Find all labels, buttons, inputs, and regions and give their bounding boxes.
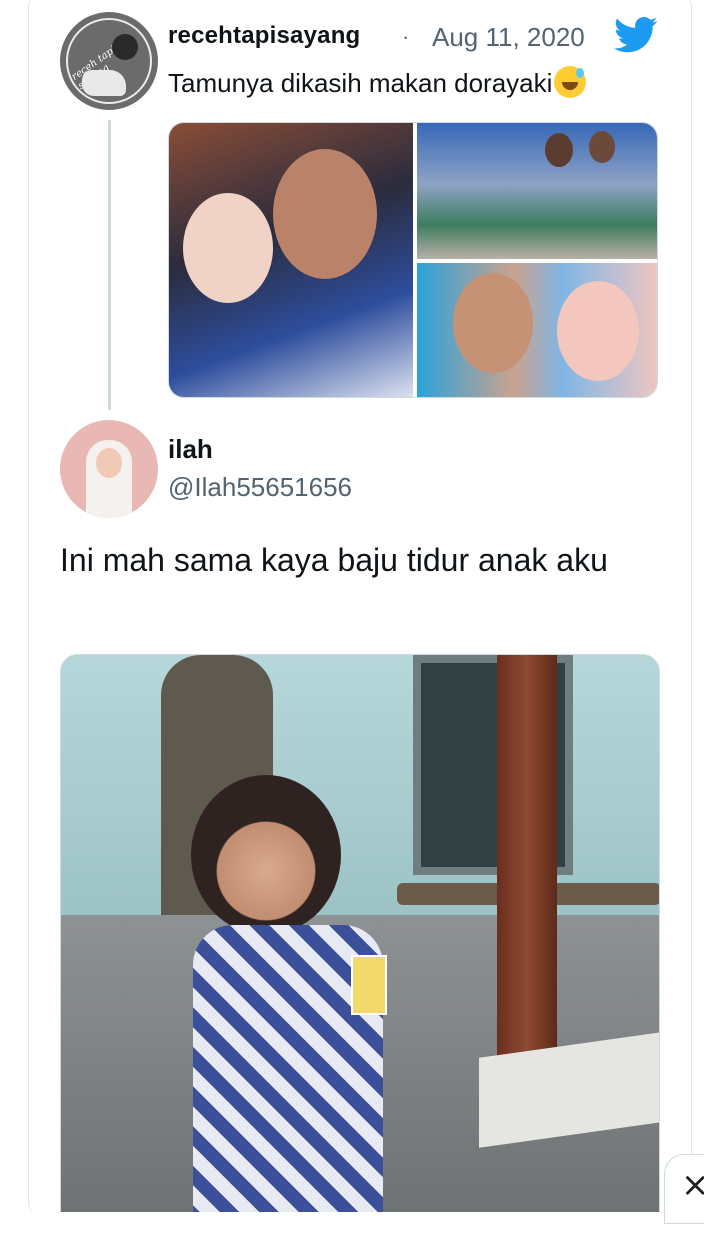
thread-connector-line (108, 120, 111, 410)
reply-handle[interactable]: @Ilah55651656 (168, 472, 352, 503)
woman-face-shape (183, 193, 273, 303)
hand-icon (82, 70, 126, 96)
reply-display-name[interactable]: ilah (168, 434, 213, 465)
rose-icon (112, 34, 138, 60)
date-separator: · (402, 24, 410, 49)
man-face-shape (273, 149, 377, 279)
bottom-bar (0, 1212, 704, 1243)
quoted-tweet-text: Tamunya dikasih makan dorayaki (168, 66, 587, 99)
photo-child-head (191, 775, 341, 935)
avatar-face-shape (96, 448, 122, 478)
media-image-guests[interactable] (417, 123, 657, 259)
woman-closeup-shape (557, 281, 639, 381)
quoted-tweet-body: Tamunya dikasih makan dorayaki (168, 68, 553, 98)
avatar-ilah[interactable] (60, 420, 158, 518)
guest-head-shape (545, 133, 573, 167)
media-image-closeup[interactable] (417, 263, 657, 397)
media-image-couple[interactable] (169, 123, 413, 397)
guest-head-shape (589, 131, 615, 163)
man-closeup-shape (453, 273, 533, 373)
quoted-media-grid[interactable] (168, 122, 658, 398)
close-icon: × (681, 1165, 704, 1205)
quoted-username[interactable]: recehtapisayang (168, 22, 360, 50)
reply-tweet-text: Ini mah sama kaya baju tidur anak aku (60, 542, 608, 578)
photo-drink-box (351, 955, 387, 1015)
avatar-recehtapisayang[interactable]: receh tapi sayang (60, 12, 158, 110)
grinning-sweat-emoji-icon (554, 66, 587, 98)
reply-media-photo[interactable] (60, 654, 660, 1214)
twitter-bird-icon[interactable] (614, 16, 658, 54)
photo-pillar (497, 655, 557, 1075)
close-button[interactable]: × (664, 1154, 704, 1224)
tweet-date[interactable]: Aug 11, 2020 (432, 22, 585, 53)
